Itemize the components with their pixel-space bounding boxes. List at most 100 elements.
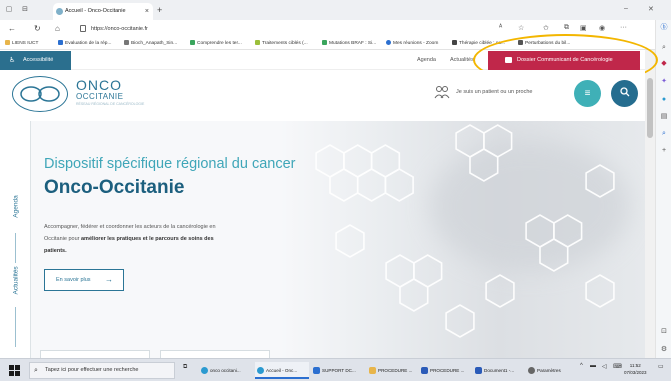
bookmark-item[interactable]: Comprendre les ter... <box>190 39 242 49</box>
task-view-icon[interactable]: ⧉ <box>183 364 187 371</box>
hero-subtitle: Dispositif spécifique régional du cancer <box>44 156 296 172</box>
taskbar-app[interactable]: Paramètres <box>526 362 576 379</box>
taskbar-app-edge-active[interactable]: Accueil - Onc... <box>255 362 309 379</box>
taskbar-app-edge[interactable]: onco occitani... <box>199 362 253 379</box>
patient-link[interactable]: Je suis un patient ou un proche <box>456 89 532 95</box>
tray-chevron-icon[interactable]: ^ <box>580 363 583 369</box>
hexagon-shape <box>384 168 414 202</box>
hexagon-shape <box>585 164 615 198</box>
logo-sub-text: OCCITANIE <box>76 92 124 101</box>
profile-icon[interactable]: ◉ <box>599 24 605 32</box>
word-icon <box>475 367 482 374</box>
bookmark-item[interactable]: LIENS IUCT <box>5 39 38 49</box>
page-icon <box>124 40 129 45</box>
favorites-icon[interactable]: ✩ <box>543 24 549 32</box>
scrollbar-thumb[interactable] <box>647 78 653 138</box>
hexagon-shape <box>445 304 475 338</box>
page-icon <box>452 40 457 45</box>
search-button[interactable] <box>611 80 638 107</box>
infinity-logo-icon <box>20 86 60 102</box>
people-icon[interactable] <box>434 84 450 100</box>
site-header: ONCO OCCITANIE RÉSEAU RÉGIONAL DE CANCÉR… <box>0 70 645 121</box>
outlook-icon[interactable]: ⌕ <box>660 130 668 138</box>
browser-tab-active[interactable]: Accueil - Onco-Occitanie × <box>53 3 153 20</box>
taskbar-search[interactable]: ⌕ Tapez ici pour effectuer une recherche <box>29 362 175 379</box>
bing-icon[interactable]: ⓑ <box>660 24 668 32</box>
zoom-icon <box>386 40 391 45</box>
page-icon <box>190 40 195 45</box>
tab-actions-icon[interactable]: ⊟ <box>20 6 30 14</box>
tools-icon[interactable]: ✦ <box>660 78 668 86</box>
hexagon-shape <box>485 274 515 308</box>
collections-icon[interactable]: ▣ <box>580 24 587 32</box>
taskbar-app[interactable]: PROCEDURE ... <box>367 362 417 379</box>
hexagon-shape <box>335 224 365 258</box>
accessibility-button[interactable]: ♿ Accessibilité <box>0 51 71 70</box>
site-favicon-icon <box>56 8 63 15</box>
side-tab-actualites[interactable]: Actualités <box>13 266 20 294</box>
workspaces-icon[interactable]: ▢ <box>4 6 14 14</box>
logo-main-text: ONCO <box>76 77 122 93</box>
url-text: https://onco-occitanie.fr <box>91 26 148 32</box>
bookmark-item[interactable]: Evaluation de la rép... <box>58 39 111 49</box>
address-bar[interactable]: https://onco-occitanie.fr <box>78 23 498 35</box>
card-placeholder[interactable] <box>160 350 270 358</box>
extensions-icon[interactable]: ⧉ <box>564 24 569 32</box>
taskbar-app[interactable]: SUPPORT DC... <box>311 362 365 379</box>
page-icon <box>58 40 63 45</box>
more-options-icon[interactable]: ··· <box>620 24 627 31</box>
page-scrollbar[interactable] <box>645 50 655 358</box>
logo-emblem[interactable] <box>12 76 68 112</box>
windows-taskbar: ⌕ Tapez ici pour effectuer une recherche… <box>0 358 671 381</box>
side-tab-agenda[interactable]: Agenda <box>13 193 20 221</box>
bookmark-item[interactable]: Mes réunions - Zoom <box>386 39 438 49</box>
split-screen-icon[interactable]: ⊡ <box>660 328 668 336</box>
new-tab-icon[interactable]: + <box>157 5 162 15</box>
folder-icon <box>5 40 10 45</box>
taskbar-clock[interactable]: 11:52 07/03/2023 <box>624 362 647 376</box>
word-icon <box>421 367 428 374</box>
hexagon-shape <box>356 168 387 202</box>
hero-section: Agenda Actualités Dispositif spécifique … <box>0 121 645 358</box>
browser-tab-bar: ▢ ⊟ Accueil - Onco-Occitanie × + – ✕ <box>0 0 671 20</box>
tab-title: Accueil - Onco-Occitanie <box>65 8 126 14</box>
favorite-star-icon[interactable]: ☆ <box>518 24 524 32</box>
close-tab-icon[interactable]: × <box>145 3 149 20</box>
bookmark-item[interactable]: Bioch_Anapath_Sin... <box>124 39 177 49</box>
back-icon[interactable]: ← <box>8 24 16 33</box>
edge-sidebar: ⓑ ⌕ ◆ ✦ ● ▤ ⌕ + ⊡ ⚙ <box>655 20 671 358</box>
taskbar-app[interactable]: PROCEDURE ... <box>419 362 471 379</box>
bookmark-item[interactable]: Mutations BRAF : Si... <box>322 39 376 49</box>
refresh-icon[interactable]: ↻ <box>34 24 41 33</box>
logo-tagline: RÉSEAU RÉGIONAL DE CANCÉROLOGIE <box>76 102 145 106</box>
games-icon[interactable]: ● <box>660 96 668 104</box>
close-window-icon[interactable]: ✕ <box>648 5 654 13</box>
windows-start-icon[interactable] <box>9 365 20 376</box>
top-link-agenda[interactable]: Agenda <box>417 51 436 70</box>
hero-title: Onco-Occitanie <box>44 177 185 198</box>
settings-icon[interactable]: ⚙ <box>660 346 668 354</box>
volume-icon[interactable]: ◁ <box>602 363 607 370</box>
notifications-icon[interactable]: ▭ <box>658 363 664 370</box>
learn-more-button[interactable]: En savoir plus → <box>44 269 124 291</box>
page-icon <box>255 40 260 45</box>
minimize-icon[interactable]: – <box>624 5 628 12</box>
home-icon[interactable]: ⌂ <box>55 24 60 33</box>
edge-icon <box>257 367 264 374</box>
card-placeholder[interactable] <box>40 350 150 358</box>
hamburger-icon: ≡ <box>584 88 591 99</box>
accessibility-icon: ♿ <box>9 57 16 64</box>
menu-button[interactable]: ≡ <box>574 80 601 107</box>
taskbar-app[interactable]: Document1 -... <box>473 362 523 379</box>
top-link-actualites[interactable]: Actualités <box>450 51 474 70</box>
bookmark-item[interactable]: Traitements ciblés (... <box>255 39 308 49</box>
office-icon[interactable]: ▤ <box>660 113 668 121</box>
read-aloud-icon[interactable]: ᴬ <box>499 24 502 31</box>
shopping-icon[interactable]: ◆ <box>660 60 668 68</box>
hexagon-shape <box>539 238 569 272</box>
network-icon[interactable]: ▬ <box>590 363 596 369</box>
lock-icon <box>80 25 86 32</box>
add-icon[interactable]: + <box>660 147 668 155</box>
search-icon[interactable]: ⌕ <box>660 44 668 52</box>
language-icon[interactable]: ⌨ <box>613 363 622 370</box>
